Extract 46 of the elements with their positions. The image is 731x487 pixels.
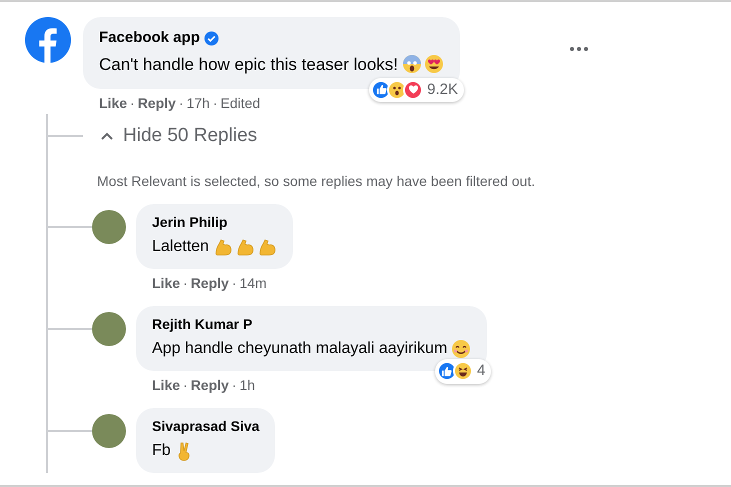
avatar-placeholder[interactable] [92, 210, 126, 244]
author-name[interactable]: Sivaprasad Siva [152, 416, 260, 436]
reaction-count: 4 [476, 361, 486, 381]
flexed-arm-icon [212, 236, 233, 256]
separator-dot: · [232, 274, 236, 292]
timestamp[interactable]: 14m [239, 272, 267, 294]
flexed-arm-icon [234, 236, 255, 256]
like-reaction-icon [436, 361, 457, 382]
like-link[interactable]: Like [152, 272, 180, 294]
more-icon [569, 46, 589, 52]
like-link[interactable]: Like [99, 93, 128, 114]
comment-text: Laletten [152, 236, 209, 256]
avatar-placeholder[interactable] [92, 312, 126, 346]
avatar-placeholder[interactable] [92, 414, 126, 448]
author-name[interactable]: Rejith Kumar P [152, 314, 252, 334]
reply-link[interactable]: Reply [190, 272, 229, 294]
reply-link[interactable]: Reply [190, 374, 229, 396]
separator-dot: · [183, 376, 188, 394]
like-link[interactable]: Like [152, 374, 180, 396]
filter-note: Most Relevant is selected, so some replies may have been filtered out. [97, 172, 536, 191]
love-reaction-icon [403, 80, 424, 100]
separator-dot: · [178, 94, 184, 113]
comment-text: App handle cheyunath malayali aayirikum [152, 338, 448, 358]
author-name[interactable]: Facebook app [99, 27, 200, 50]
page-logo-icon [25, 17, 71, 63]
separator-dot: · [212, 94, 218, 113]
hide-replies-button[interactable]: Hide 50 Replies [101, 122, 258, 150]
separator-dot: · [183, 274, 188, 292]
reactions-summary[interactable]: 9.2K [369, 78, 464, 102]
heart-eyes-face-icon [424, 54, 444, 74]
reactions-summary[interactable]: 4 [434, 359, 492, 384]
separator-dot: · [130, 94, 135, 113]
edited-label: Edited [220, 94, 260, 113]
reaction-count: 9.2K [427, 80, 458, 100]
screaming-face-icon [402, 54, 422, 74]
author-name[interactable]: Jerin Philip [152, 212, 228, 232]
separator-dot: · [232, 376, 236, 394]
chevron-icon [101, 132, 113, 140]
reply-link[interactable]: Reply [138, 93, 176, 114]
timestamp[interactable]: 1h [239, 374, 256, 396]
smiling-face-icon [451, 338, 472, 358]
comment-text: Can't handle how epic this teaser looks! [99, 54, 398, 76]
flexed-arm-icon [256, 236, 277, 256]
timestamp[interactable]: 17h [186, 93, 210, 114]
haha-reaction-icon [452, 361, 473, 382]
comment-text: Fb [152, 440, 171, 460]
